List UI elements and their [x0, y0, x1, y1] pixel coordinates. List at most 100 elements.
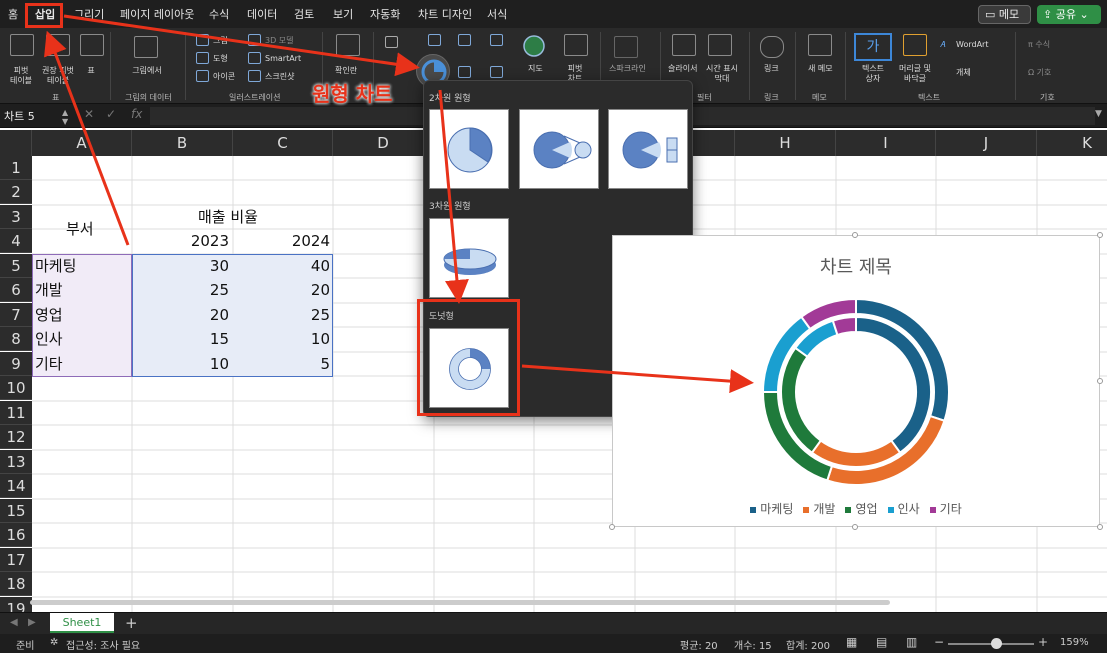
column-header[interactable]: A [32, 130, 132, 156]
tab-format[interactable]: 서식 [487, 6, 507, 22]
row-header[interactable]: 11 [0, 401, 32, 425]
pie-chart-option[interactable] [429, 109, 509, 189]
sheet-tab-sheet1[interactable]: Sheet1 [50, 613, 114, 633]
prev-sheet-icon[interactable]: ◀ [10, 617, 18, 628]
zoom-level[interactable]: 159% [1060, 637, 1089, 648]
tab-draw[interactable]: 그리기 [74, 6, 104, 22]
pie-3d-option[interactable] [429, 218, 509, 298]
accessibility-status[interactable]: 접근성: 조사 필요 [66, 637, 140, 652]
row-header[interactable]: 3 [0, 205, 32, 229]
object-button[interactable]: 개체 [956, 68, 971, 78]
column-chart-icon[interactable] [428, 34, 441, 46]
zoom-in-icon[interactable]: + [1038, 635, 1048, 649]
symbol-button[interactable]: Ω 기호 [1028, 68, 1051, 78]
picture-button[interactable]: 그림 [213, 36, 228, 46]
bar-of-pie-option[interactable] [608, 109, 688, 189]
model3d-button[interactable]: 3D 모델 [265, 36, 294, 46]
cancel-icon[interactable]: ✕ [84, 107, 94, 121]
donut-segment[interactable] [831, 315, 857, 337]
row-header[interactable]: 9 [0, 352, 32, 376]
hierarchy-chart-icon[interactable] [458, 34, 471, 46]
cell-value[interactable]: 10 [132, 352, 229, 376]
resize-handle[interactable] [852, 524, 858, 530]
share-button[interactable]: ⇪ 공유 ⌄ [1037, 5, 1101, 24]
row-header[interactable]: 12 [0, 425, 32, 449]
tab-review[interactable]: 검토 [294, 6, 314, 22]
row-header[interactable]: 2 [0, 180, 32, 204]
combo-chart-icon[interactable] [490, 66, 503, 78]
link-button[interactable]: 링크 [764, 64, 779, 74]
name-box-stepper[interactable]: ▲ ▼ [62, 108, 68, 126]
memo-button[interactable]: ▭ 메모 [978, 5, 1031, 24]
table-button[interactable]: 표 [84, 66, 98, 76]
row-header[interactable]: 7 [0, 303, 32, 327]
row-header[interactable]: 19 [0, 597, 32, 612]
textbox-button[interactable]: 텍스트 상자 [858, 64, 888, 84]
tab-home[interactable]: 홈 [8, 6, 18, 22]
column-header[interactable]: C [233, 130, 333, 156]
sparklines-button[interactable]: 스파크라인 [609, 64, 646, 74]
legend-item[interactable]: 마케팅 [750, 500, 793, 517]
icons-button[interactable]: 아이콘 [213, 72, 235, 82]
row-header[interactable]: 5 [0, 254, 32, 278]
row-header[interactable]: 8 [0, 327, 32, 351]
legend-item[interactable]: 영업 [845, 500, 878, 517]
row-header[interactable]: 14 [0, 474, 32, 498]
statistic-chart-icon[interactable] [490, 34, 503, 46]
cell-dept[interactable]: 마케팅 [35, 254, 76, 278]
normal-view-icon[interactable]: ▦ [846, 635, 857, 649]
legend-item[interactable]: 기타 [929, 500, 962, 517]
scatter-chart-icon[interactable] [458, 66, 471, 78]
add-sheet-icon[interactable]: + [125, 614, 138, 632]
resize-handle[interactable] [609, 524, 615, 530]
donut-chart[interactable]: 차트 제목 마케팅 개발 영업 인사 기타 [612, 235, 1100, 527]
tab-view[interactable]: 보기 [333, 6, 353, 22]
cell-dept[interactable]: 영업 [35, 303, 63, 327]
cell-value[interactable]: 10 [233, 327, 330, 351]
column-header[interactable]: H [735, 130, 836, 156]
tab-chart-design[interactable]: 차트 디자인 [418, 6, 472, 22]
chart-legend[interactable]: 마케팅 개발 영업 인사 기타 [613, 498, 1099, 517]
chevron-down-icon[interactable]: ▼ [1095, 109, 1102, 119]
tab-page-layout[interactable]: 페이지 레이아웃 [120, 6, 194, 22]
shapes-button[interactable]: 도형 [213, 54, 228, 64]
chart-title[interactable]: 차트 제목 [613, 253, 1099, 279]
from-picture-button[interactable]: 그림에서 [130, 66, 164, 76]
fx-icon[interactable]: fx [131, 107, 142, 121]
zoom-slider-thumb[interactable] [991, 638, 1002, 649]
checkbox-button[interactable]: 확인란 [335, 66, 357, 76]
resize-handle[interactable] [1097, 378, 1103, 384]
cell-dept-header[interactable]: 부서 [66, 217, 94, 241]
pivot-table-button[interactable]: 피벗 테이블 [6, 66, 36, 86]
row-header[interactable]: 18 [0, 572, 32, 596]
column-header[interactable]: K [1037, 130, 1107, 156]
screenshot-button[interactable]: 스크린샷 [265, 72, 294, 82]
smartart-button[interactable]: SmartArt [265, 54, 301, 64]
row-header[interactable]: 13 [0, 450, 32, 474]
row-header[interactable]: 17 [0, 548, 32, 572]
column-header[interactable]: J [936, 130, 1037, 156]
row-header[interactable]: 10 [0, 376, 32, 400]
resize-handle[interactable] [1097, 524, 1103, 530]
equation-button[interactable]: π 수식 [1028, 40, 1050, 50]
row-header[interactable]: 6 [0, 278, 32, 302]
cell-year-2024[interactable]: 2024 [233, 229, 330, 253]
cell-ratio-header[interactable]: 매출 비율 [198, 205, 258, 229]
column-header[interactable]: I [836, 130, 936, 156]
cell-value[interactable]: 25 [233, 303, 330, 327]
column-header[interactable]: B [132, 130, 233, 156]
page-layout-view-icon[interactable]: ▤ [876, 635, 887, 649]
recommended-pivot-button[interactable]: 권장 피벗 테이블 [36, 66, 80, 86]
confirm-icon[interactable]: ✓ [106, 107, 116, 121]
cell-dept[interactable]: 인사 [35, 327, 63, 351]
cell-value[interactable]: 20 [233, 278, 330, 302]
row-header[interactable]: 1 [0, 156, 32, 180]
tab-automate[interactable]: 자동화 [370, 6, 400, 22]
page-break-view-icon[interactable]: ▥ [906, 635, 917, 649]
wordart-button[interactable]: WordArt [956, 40, 988, 50]
cell-value[interactable]: 20 [132, 303, 229, 327]
cell-value[interactable]: 5 [233, 352, 330, 376]
new-comment-button[interactable]: 새 메모 [808, 64, 833, 74]
timeline-button[interactable]: 시간 표시 막대 [704, 64, 740, 84]
row-header[interactable]: 15 [0, 499, 32, 523]
